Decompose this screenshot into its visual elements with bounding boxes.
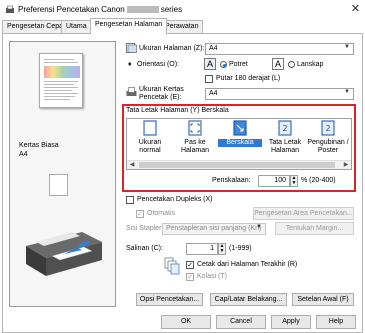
landscape-label: Lanskap: [297, 61, 324, 68]
page-size-icon: [126, 43, 137, 53]
scaling-input[interactable]: 100: [258, 175, 290, 187]
duplex-label: Pencetakan Dupleks (X): [137, 196, 213, 203]
printer-paper-icon: [126, 87, 137, 96]
printer-paper-size-select[interactable]: A4 ▼: [205, 88, 354, 100]
print-last-page-first-checkbox[interactable]: ✓: [186, 261, 194, 269]
layout-normal-size[interactable]: Ukuran normal: [128, 120, 172, 158]
close-icon[interactable]: ✕: [349, 3, 362, 16]
chevron-down-icon: ▼: [256, 224, 262, 230]
layout-group-label: Tata Letak Halaman (Y) Berskala: [126, 107, 229, 114]
svg-text:2: 2: [325, 124, 330, 133]
copies-range: (1-999): [229, 245, 252, 252]
printer-paper-size-value: A4: [209, 90, 218, 97]
tab-main[interactable]: Utama: [61, 20, 92, 33]
svg-text:2: 2: [282, 124, 287, 133]
ok-button[interactable]: OK: [161, 315, 211, 329]
collate-checkbox[interactable]: ✓: [186, 273, 194, 281]
scaled-icon: [233, 120, 247, 136]
duplex-auto-label: Otomatis: [147, 210, 176, 217]
layout-tiling-poster[interactable]: 2 Pengubinan / Poster: [306, 120, 350, 158]
print-area-setup-button[interactable]: Pengesetan Area Pencetakan...: [253, 207, 354, 220]
collate-pages-icon: [164, 257, 180, 275]
tab-label: Pengesetan Halaman: [95, 21, 163, 28]
media-type-text: Kertas Biasa: [19, 142, 59, 149]
tiling-poster-icon: 2: [321, 120, 335, 136]
orientation-label: Orientasi (O):: [137, 61, 180, 68]
printer-illustration-icon: [26, 232, 102, 276]
landscape-icon: A: [272, 58, 284, 70]
rotate-180-checkbox[interactable]: [205, 75, 213, 83]
printer-paper-label-1: Ukuran Kertas: [139, 86, 184, 93]
scaling-range: % (20-400): [301, 177, 336, 184]
collate-label: Kolasi (T): [197, 273, 227, 280]
rotate-180-label: Putar 180 derajat (L): [216, 75, 281, 82]
print-options-button[interactable]: Opsi Pencetakan...: [136, 293, 203, 306]
layout-item-label: Tata Letak Halaman: [268, 139, 302, 154]
stapling-side-select[interactable]: Penstapleran sisi panjang (Kri) ▼: [162, 223, 266, 235]
layout-item-label: Ukuran normal: [138, 139, 162, 154]
layout-fit-to-page[interactable]: Pas ke Halaman: [173, 120, 217, 158]
layout-scrollbar[interactable]: ◀ ▶: [127, 160, 351, 169]
page-preview-image: [39, 53, 83, 108]
cancel-button[interactable]: Cancel: [216, 315, 266, 329]
scaling-label: Penskalaan:: [212, 177, 251, 184]
tab-quick-setup[interactable]: Pengesetan Cepat: [2, 20, 70, 33]
printer-paper-label-2: Pencetak (E):: [139, 94, 182, 101]
copies-label: Salinan (C):: [126, 245, 163, 252]
portrait-radio[interactable]: [220, 61, 227, 68]
copies-input[interactable]: 1: [186, 243, 218, 255]
print-last-page-first-label: Cetak dari Halaman Terakhir (R): [197, 261, 298, 268]
help-button[interactable]: Help: [316, 315, 356, 329]
scroll-left-icon[interactable]: ◀: [127, 161, 137, 170]
tab-label: Utama: [66, 23, 87, 30]
normal-size-icon: [143, 120, 157, 136]
paper-thumbnail: [49, 174, 68, 196]
page-size-value: A4: [209, 45, 218, 52]
portrait-label: Potret: [229, 61, 248, 68]
media-size-text: A4: [19, 151, 28, 158]
apply-button[interactable]: Apply: [271, 315, 311, 329]
duplex-checkbox[interactable]: [126, 196, 134, 204]
layout-item-label: Pas ke Halaman: [180, 139, 209, 154]
scroll-right-icon[interactable]: ▶: [341, 161, 351, 170]
stamp-background-button[interactable]: Cap/Latar Belakang...: [210, 293, 287, 306]
redacted-model: [126, 6, 159, 14]
tab-label: Pengesetan Cepat: [7, 23, 65, 30]
copies-stepper[interactable]: ▲ ▼: [218, 243, 226, 255]
chevron-down-icon: ▼: [344, 89, 350, 95]
tab-label: Perawatan: [165, 23, 199, 30]
orientation-pin-icon: ♦: [128, 61, 132, 68]
stapling-side-value: Penstapleran sisi panjang (Kri): [166, 225, 262, 232]
page-layout-icon: 2: [278, 120, 292, 136]
printer-icon: [6, 5, 14, 13]
layout-scaled[interactable]: Berskala: [218, 120, 262, 158]
layout-item-label: Pengubinan / Poster: [307, 139, 349, 154]
landscape-radio[interactable]: [288, 61, 295, 68]
scrollbar-thumb[interactable]: [139, 162, 335, 168]
duplex-auto-checkbox[interactable]: ✓: [136, 210, 144, 218]
page-size-label: Ukuran Halaman (Z):: [139, 45, 205, 52]
tab-page-setup[interactable]: Pengesetan Halaman: [90, 18, 168, 34]
layout-item-label: Berskala: [218, 139, 262, 147]
chevron-down-icon: ▼: [344, 44, 350, 50]
fit-to-page-icon: [188, 120, 202, 136]
scaling-stepper[interactable]: ▲ ▼: [290, 175, 298, 187]
defaults-button[interactable]: Setelan Awal (F): [292, 293, 354, 306]
portrait-icon: A: [204, 58, 216, 70]
page-size-select[interactable]: A4 ▼: [205, 43, 354, 55]
layout-page-layout[interactable]: 2 Tata Letak Halaman: [263, 120, 307, 158]
specify-margin-button[interactable]: Tentukan Margin...: [275, 222, 354, 235]
window-title: Preferensi Pencetakan Canon series: [18, 5, 183, 14]
